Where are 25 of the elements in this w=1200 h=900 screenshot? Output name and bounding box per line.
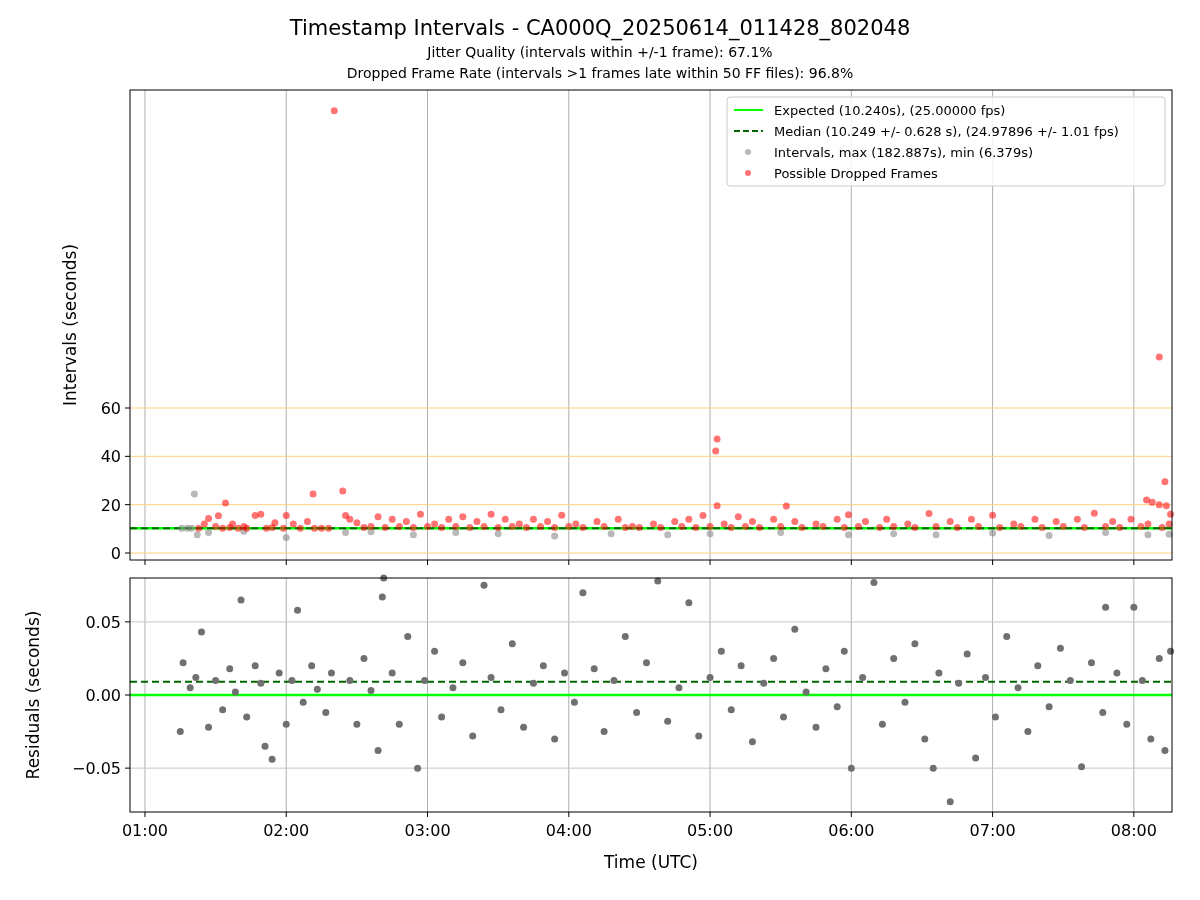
- tick-label: 0.05: [85, 612, 121, 632]
- figure-subtitle: Jitter Quality (intervals within +/-1 frame): 67.1%: [427, 43, 773, 62]
- tick-label: 04:00: [545, 821, 592, 840]
- tick-label: −0.05: [71, 759, 121, 779]
- tick-label: 40: [100, 447, 121, 467]
- tick-label: 08:00: [1110, 821, 1157, 840]
- legend-label: Possible Dropped Frames: [774, 165, 938, 181]
- tick-label: 20: [100, 495, 121, 515]
- tick-label: 60: [100, 399, 121, 418]
- tick-label: 0: [110, 544, 121, 563]
- axis-label: Residuals (seconds): [23, 610, 43, 780]
- tick-label: 07:00: [969, 821, 1016, 840]
- legend-label: Median (10.249 +/- 0.628 s), (24.97896 +/- 1.01 fps): [774, 123, 1119, 139]
- tick-label: 06:00: [828, 821, 875, 840]
- tick-label: 03:00: [404, 821, 451, 840]
- axis-label: Intervals (seconds): [60, 243, 80, 407]
- tick-label: 0.00: [85, 686, 121, 705]
- axis-label: Time (UTC): [604, 852, 698, 872]
- tick-label: 01:00: [121, 821, 169, 840]
- figure-title: Timestamp Intervals - CA000Q_20250614_011428_802048: [289, 15, 911, 42]
- legend-label: Intervals, max (182.887s), min (6.379s): [774, 144, 1033, 160]
- tick-label: 05:00: [687, 821, 734, 840]
- legend-label: Expected (10.240s), (25.00000 fps): [774, 102, 1006, 118]
- figure-subtitle: Dropped Frame Rate (intervals >1 frames late within 50 FF files): 96.8%: [346, 64, 854, 83]
- tick-label: 02:00: [263, 821, 310, 840]
